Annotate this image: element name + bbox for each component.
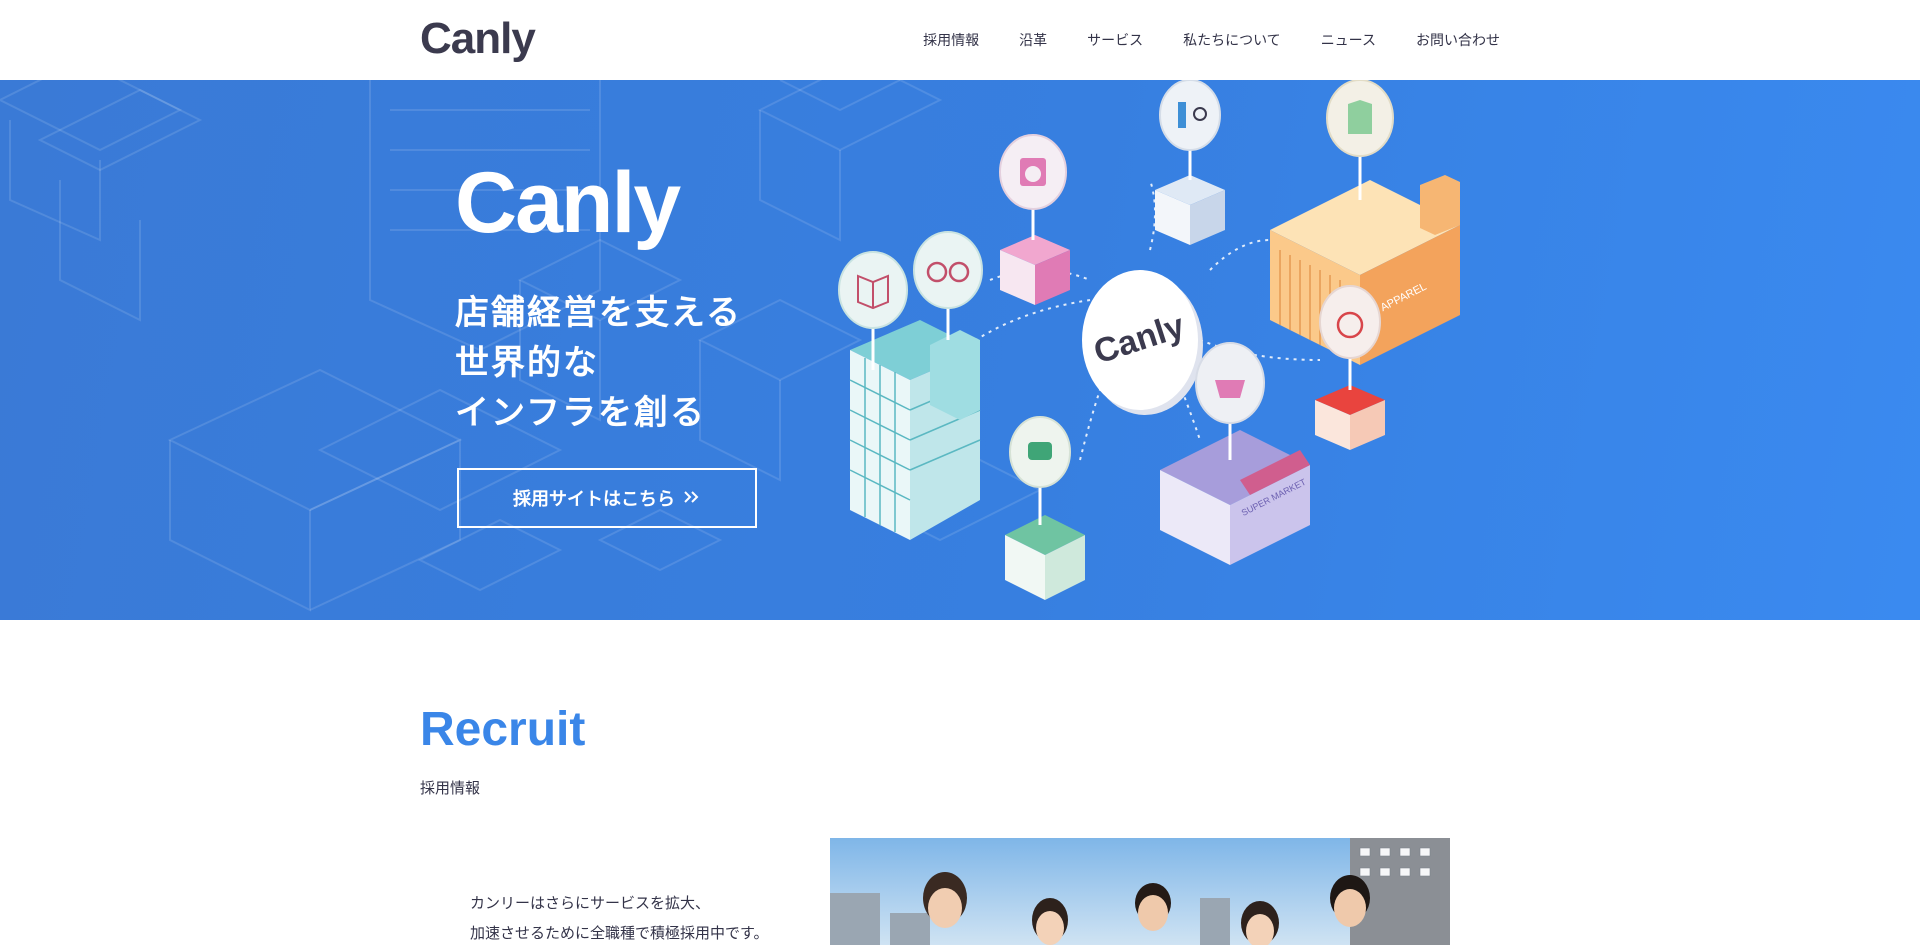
headline-line-2: 世界的な bbox=[455, 343, 599, 383]
recruit-subtitle: 採用情報 bbox=[420, 779, 481, 797]
headline-line-1: 店舗経営を支える bbox=[455, 293, 742, 333]
restaurant-shop bbox=[1315, 285, 1385, 450]
hero-logo: Canly bbox=[455, 155, 681, 251]
nav-service[interactable]: サービス bbox=[1087, 30, 1143, 50]
recruit-description: カンリーはさらにサービスを拡大、 加速させるために全職種で積極採用中です。 bbox=[470, 888, 769, 945]
recruit-site-button[interactable]: 採用サイトはこちら bbox=[457, 468, 757, 528]
recruit-title: Recruit bbox=[420, 703, 586, 756]
recruit-line-2: 加速させるために全職種で積極採用中です。 bbox=[470, 924, 769, 942]
site-logo[interactable]: Canly bbox=[420, 14, 536, 64]
hero-headline: 店舗経営を支える 世界的な インフラを創る bbox=[455, 288, 742, 438]
laundry-store bbox=[999, 134, 1070, 305]
nav-news[interactable]: ニュース bbox=[1321, 30, 1376, 50]
team-photo bbox=[830, 838, 1450, 945]
pharmacy-shop bbox=[1005, 416, 1085, 600]
nav-recruit[interactable]: 採用情報 bbox=[923, 30, 979, 50]
canly-hub: Canly bbox=[1082, 270, 1203, 415]
store-network-illustration: Canly APPAREL SUPER MARKET bbox=[838, 80, 1460, 600]
recruit-line-1: カンリーはさらにサービスを拡大、 bbox=[470, 894, 711, 912]
headline-line-3: インフラを創る bbox=[455, 393, 706, 433]
nav-history[interactable]: 沿革 bbox=[1019, 30, 1047, 50]
hero-banner: Canly 店舗経営を支える 世界的な インフラを創る 採用サイトはこちら Ca… bbox=[0, 80, 1920, 620]
double-chevron-right-icon bbox=[683, 488, 701, 509]
site-header: Canly 採用情報 沿革 サービス 私たちについて ニュース お問い合わせ bbox=[0, 0, 1920, 80]
nav-contact[interactable]: お問い合わせ bbox=[1416, 30, 1500, 50]
recruit-site-button-label: 採用サイトはこちら bbox=[513, 489, 675, 510]
main-nav: 採用情報 沿革 サービス 私たちについて ニュース お問い合わせ bbox=[923, 0, 1500, 80]
office-building bbox=[849, 320, 981, 540]
nav-about[interactable]: 私たちについて bbox=[1183, 30, 1281, 50]
barber-shop bbox=[1155, 80, 1225, 245]
